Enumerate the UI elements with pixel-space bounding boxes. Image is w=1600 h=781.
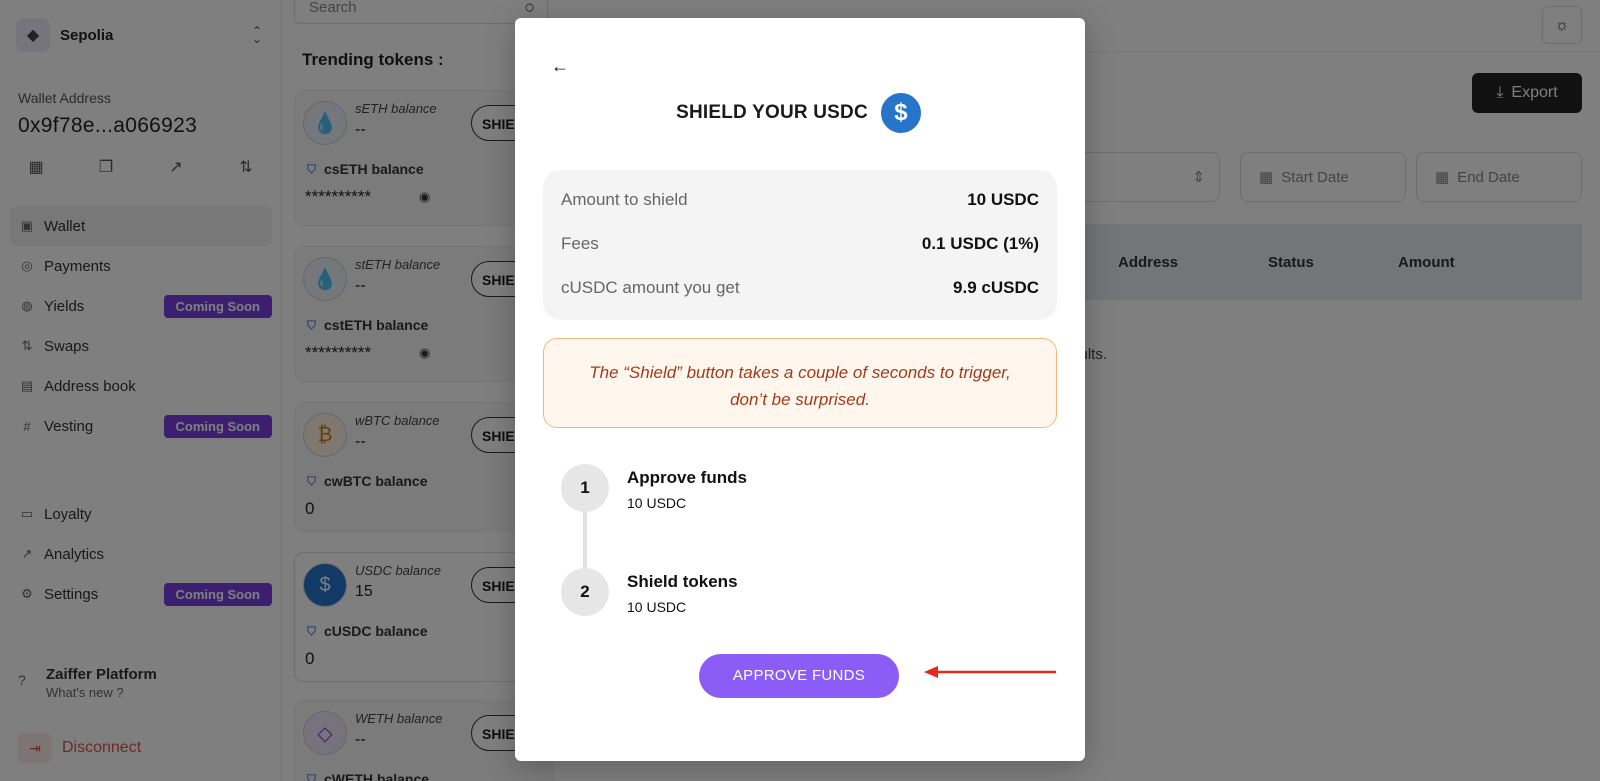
step-approve: 1 Approve funds 10 USDC	[561, 464, 747, 512]
summary-key: Fees	[561, 234, 599, 253]
step-title: Approve funds	[627, 468, 747, 487]
step-shield: 2 Shield tokens 10 USDC	[561, 568, 738, 616]
shield-modal: ← SHIELD YOUR USDC $ Amount to shield 10…	[515, 18, 1085, 761]
summary-value: 10 USDC	[967, 190, 1039, 209]
warning-line-2: don’t be surprised.	[730, 390, 870, 409]
step-title: Shield tokens	[627, 572, 738, 591]
warning-line-1: The “Shield” button takes a couple of se…	[589, 363, 1011, 382]
summary-row-amount: Amount to shield 10 USDC	[561, 190, 1039, 210]
step-number: 2	[561, 568, 609, 616]
warning-notice: The “Shield” button takes a couple of se…	[543, 338, 1057, 428]
back-arrow-icon[interactable]: ←	[551, 56, 569, 77]
summary-key: Amount to shield	[561, 190, 688, 209]
step-connector	[583, 512, 587, 570]
approve-funds-button[interactable]: APPROVE FUNDS	[699, 654, 899, 698]
step-subtitle: 10 USDC	[627, 495, 687, 511]
summary-row-received: cUSDC amount you get 9.9 cUSDC	[561, 278, 1039, 298]
modal-header: SHIELD YOUR USDC $	[515, 90, 1085, 136]
shield-summary: Amount to shield 10 USDC Fees 0.1 USDC (…	[543, 170, 1057, 320]
summary-key: cUSDC amount you get	[561, 278, 740, 297]
summary-row-fees: Fees 0.1 USDC (1%)	[561, 234, 1039, 254]
summary-value: 0.1 USDC (1%)	[921, 234, 1039, 253]
summary-value: 9.9 cUSDC	[953, 278, 1039, 297]
usdc-icon: $	[877, 90, 924, 136]
app: ◆ Sepolia ⌃⌄ Wallet Address 0x9f78e...a0…	[0, 0, 1600, 781]
step-number: 1	[561, 464, 609, 512]
step-subtitle: 10 USDC	[627, 599, 687, 615]
annotation-arrow-icon	[924, 666, 1056, 678]
modal-title: SHIELD YOUR USDC	[676, 102, 868, 123]
